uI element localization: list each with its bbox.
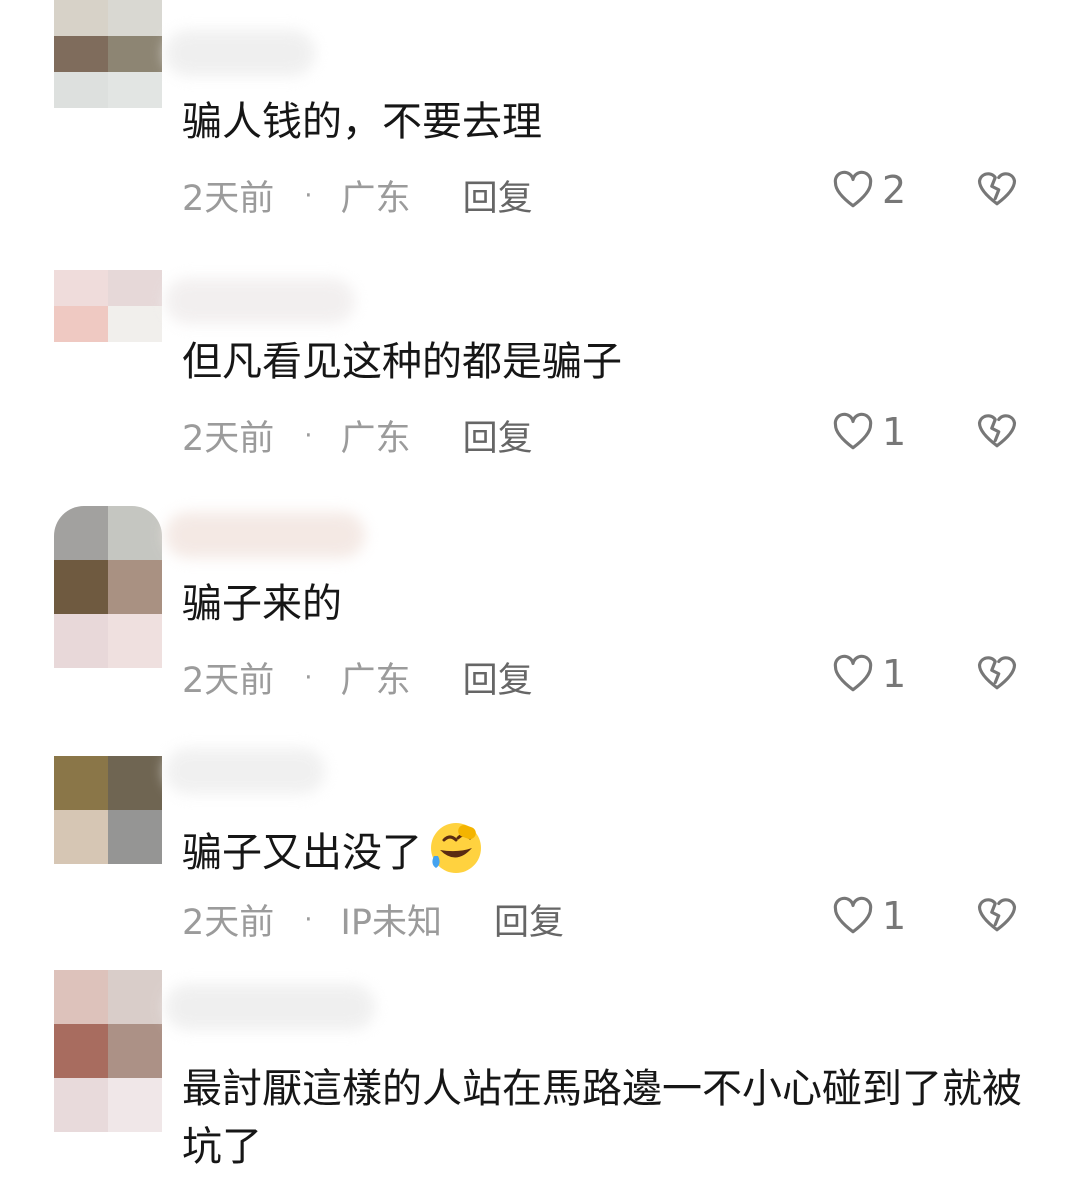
like-button[interactable]: 2	[832, 168, 906, 212]
like-count: 1	[882, 652, 907, 696]
separator-dot: ·	[304, 662, 313, 693]
comment-location: 广东	[340, 179, 411, 219]
dislike-button[interactable]	[976, 652, 1018, 696]
username-blurred	[165, 748, 325, 794]
broken-heart-icon	[977, 172, 1017, 206]
heart-icon	[833, 412, 873, 450]
comment-location: 广东	[340, 661, 411, 701]
dislike-button[interactable]	[976, 168, 1018, 212]
separator-dot: ·	[304, 420, 313, 451]
username-blurred	[165, 512, 365, 558]
comment-time: 2天前	[182, 903, 275, 943]
username-blurred	[165, 30, 315, 76]
like-button[interactable]: 1	[832, 652, 906, 696]
reply-button[interactable]: 回复	[463, 170, 533, 221]
avatar[interactable]	[54, 756, 162, 864]
separator-dot: ·	[304, 180, 313, 211]
reply-button[interactable]: 回复	[463, 410, 533, 461]
comment-location: IP未知	[340, 903, 442, 943]
dislike-button[interactable]	[976, 894, 1018, 938]
like-button[interactable]: 1	[832, 410, 906, 454]
like-count: 1	[882, 410, 907, 454]
comment-meta: 2天前 · 广东 回复	[182, 170, 533, 221]
laugh-cry-emoji-icon	[431, 823, 481, 873]
comment-text: 骗人钱的，不要去理	[182, 99, 542, 145]
like-count: 2	[882, 168, 907, 212]
comment-time: 2天前	[182, 419, 275, 459]
comment-time: 2天前	[182, 179, 275, 219]
comment-text: 但凡看见这种的都是骗子	[182, 339, 622, 385]
broken-heart-icon	[977, 898, 1017, 932]
reply-button[interactable]: 回复	[494, 894, 564, 945]
comment-text: 骗子又出没了	[182, 820, 1022, 879]
avatar[interactable]	[54, 970, 162, 1132]
comment-text: 骗子来的	[182, 581, 342, 627]
comment-time: 2天前	[182, 661, 275, 701]
reply-button[interactable]: 回复	[463, 652, 533, 703]
heart-icon	[833, 170, 873, 208]
like-count: 1	[882, 894, 907, 938]
comment-meta: 2天前 · IP未知 回复	[182, 894, 564, 945]
comment-location: 广东	[340, 419, 411, 459]
separator-dot: ·	[304, 904, 313, 935]
avatar[interactable]	[54, 270, 162, 378]
like-button[interactable]: 1	[832, 894, 906, 938]
heart-icon	[833, 654, 873, 692]
broken-heart-icon	[977, 656, 1017, 690]
username-blurred	[165, 984, 375, 1030]
comment-text-body: 骗子又出没了	[182, 830, 422, 876]
comment-text: 最討厭這樣的人站在馬路邊一不小心碰到了就被坑了	[182, 1066, 1022, 1170]
dislike-button[interactable]	[976, 410, 1018, 454]
comment-meta: 2天前 · 广东 回复	[182, 410, 533, 461]
broken-heart-icon	[977, 414, 1017, 448]
avatar[interactable]	[54, 506, 162, 668]
heart-icon	[833, 896, 873, 934]
comment-meta: 2天前 · 广东 回复	[182, 652, 533, 703]
username-blurred	[165, 278, 355, 324]
avatar[interactable]	[54, 0, 162, 108]
